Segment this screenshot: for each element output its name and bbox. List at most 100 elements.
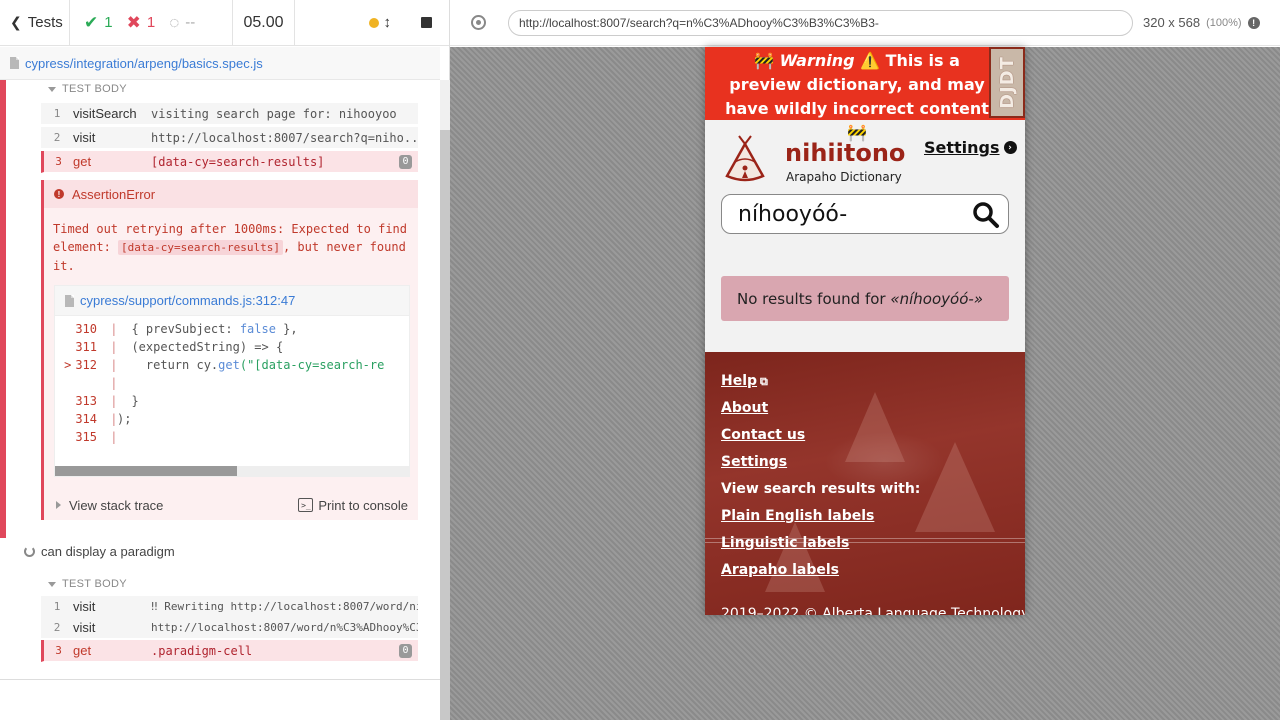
- settings-label: Settings: [924, 138, 1000, 157]
- failed-test-indicator: [0, 80, 6, 538]
- divider: [0, 679, 440, 680]
- test-body-toggle[interactable]: TEST BODY: [48, 83, 127, 95]
- code-line: 314 |);: [55, 410, 409, 428]
- command-number: 2: [53, 621, 61, 634]
- search-icon[interactable]: [972, 201, 1000, 229]
- command-name: visit: [73, 620, 96, 635]
- failed-stat[interactable]: ✖ 1: [127, 13, 156, 33]
- stop-icon[interactable]: [421, 17, 432, 28]
- file-icon: [10, 57, 19, 69]
- command-number: 3: [55, 644, 62, 657]
- footer-plain-english-link[interactable]: Plain English labels: [721, 508, 874, 524]
- preview-warning-banner: 🚧 Warning ⚠️ This is a preview dictionar…: [705, 47, 1025, 142]
- copyright: 2019–2022 © Alberta Language Technology: [721, 606, 1025, 615]
- code-text: );: [117, 412, 132, 426]
- code-gutter-bar: |: [103, 340, 118, 354]
- code-line-number: 314: [75, 412, 97, 426]
- code-scrollbar-thumb[interactable]: [55, 466, 237, 476]
- info-icon[interactable]: !: [1247, 16, 1260, 29]
- test-body-label: TEST BODY: [62, 578, 127, 590]
- failed-command-row[interactable]: 3 get .paradigm-cell 0: [41, 640, 418, 662]
- selector-playground-icon[interactable]: [471, 15, 486, 30]
- code-frame: cypress/support/commands.js:312:47 310 |…: [54, 285, 410, 477]
- footer-contact-link[interactable]: Contact us: [721, 427, 805, 443]
- error-footer: View stack trace >_ Print to console: [44, 490, 418, 520]
- command-row[interactable]: 2 visit http://localhost:8007/word/n%C3%…: [41, 617, 418, 639]
- code-keyword: get: [218, 358, 240, 372]
- footer-photo-tipi: [845, 392, 905, 462]
- test-stats: ✔ 1 ✖ 1 ◌ --: [70, 0, 233, 45]
- command-name: visitSearch: [73, 106, 137, 121]
- auto-scroll-toggle[interactable]: ↕: [368, 14, 391, 31]
- command-log[interactable]: TEST BODY 1 visitSearch visiting search …: [0, 80, 440, 680]
- code-text: return cy.: [117, 358, 219, 372]
- cypress-reporter: ❮ Tests ✔ 1 ✖ 1 ◌ -- 05.00 ↕ cypress/int…: [0, 0, 450, 720]
- error-panel: ! AssertionError Timed out retrying afte…: [41, 180, 418, 520]
- code-source: (expectedString) => {: [117, 338, 283, 356]
- tests-menu-button[interactable]: ❮ Tests: [0, 0, 70, 45]
- command-message: http://localhost:8007/word/n%C3%ADhooy%C…: [151, 621, 418, 634]
- code-line: >312 | return cy.get("[data-cy=search-re: [55, 356, 409, 374]
- django-debug-toolbar-handle[interactable]: DJDT: [989, 47, 1025, 118]
- code-gutter-bar: |: [103, 376, 118, 390]
- djdt-label: DJDT: [996, 56, 1018, 109]
- search-input[interactable]: níhooyóó-: [721, 194, 1009, 234]
- code-text: { prevSubject:: [117, 322, 240, 336]
- print-to-console-button[interactable]: >_ Print to console: [298, 498, 408, 513]
- caret-down-icon: [48, 86, 56, 92]
- code-text: },: [275, 322, 298, 336]
- url-bar[interactable]: http://localhost:8007/search?q=n%C3%ADho…: [508, 10, 1133, 36]
- runner-controls: ↕: [295, 0, 449, 45]
- code-gutter-bar: |: [103, 358, 118, 372]
- spec-header: cypress/integration/arpeng/basics.spec.j…: [0, 47, 440, 80]
- settings-link[interactable]: Settings ›: [924, 138, 1017, 157]
- code-line-number: 312: [75, 358, 97, 372]
- help-label: Help: [721, 373, 758, 389]
- command-name: get: [73, 154, 92, 169]
- failed-count: 1: [146, 14, 156, 31]
- spec-path-link[interactable]: cypress/integration/arpeng/basics.spec.j…: [25, 56, 263, 71]
- tests-label: Tests: [27, 14, 63, 31]
- footer-linguistic-link[interactable]: Linguistic labels: [721, 535, 849, 551]
- test-body-toggle[interactable]: TEST BODY: [48, 578, 127, 590]
- code-text: ("[data-cy=search-re: [239, 358, 385, 372]
- view-stack-trace-label: View stack trace: [69, 497, 164, 513]
- test-body-label: TEST BODY: [62, 83, 127, 95]
- error-title: AssertionError: [72, 186, 156, 202]
- code-source: );: [117, 410, 131, 428]
- brand-name[interactable]: nihiitono: [785, 139, 905, 167]
- reporter-scrollbar-thumb[interactable]: [440, 130, 450, 720]
- error-icon: !: [54, 189, 64, 199]
- footer-settings-link[interactable]: Settings: [721, 454, 787, 470]
- command-row[interactable]: 1 visitSearch visiting search page for: …: [41, 103, 418, 125]
- tipi-logo-icon[interactable]: [723, 134, 767, 184]
- site-footer: Help ⧉ About Contact us Settings View sea…: [705, 352, 1025, 615]
- test-title[interactable]: can display a paradigm: [24, 544, 175, 559]
- code-source: }: [117, 392, 138, 410]
- code-line-number: 315: [75, 430, 97, 444]
- command-row[interactable]: 2 visit http://localhost:8007/search?q=n…: [41, 127, 418, 149]
- reporter-top-bar: ❮ Tests ✔ 1 ✖ 1 ◌ -- 05.00 ↕: [0, 0, 449, 46]
- view-stack-trace-button[interactable]: View stack trace: [56, 498, 163, 513]
- code-line: 313 | }: [55, 392, 409, 410]
- status-dot-icon: [368, 17, 379, 28]
- footer-help-link[interactable]: Help ⧉: [721, 373, 768, 389]
- command-message: [data-cy=search-results]: [151, 154, 325, 169]
- command-number: 1: [53, 600, 61, 613]
- chevron-right-icon: ›: [1003, 141, 1017, 154]
- failed-command-row[interactable]: 3 get [data-cy=search-results] 0: [41, 151, 418, 173]
- running-spinner-icon: [24, 546, 35, 557]
- viewport-info[interactable]: 320 x 568 (100%) !: [1143, 15, 1260, 30]
- footer-about-link[interactable]: About: [721, 400, 768, 416]
- check-icon: ✔: [84, 12, 99, 32]
- viewport-zoom: (100%): [1206, 16, 1242, 29]
- command-row[interactable]: 1 visit ‼ Rewriting http://localhost:800…: [41, 596, 418, 618]
- passed-stat[interactable]: ✔ 1: [84, 13, 113, 33]
- command-message: .paradigm-cell: [151, 643, 253, 658]
- code-file-link[interactable]: cypress/support/commands.js:312:47: [80, 293, 295, 308]
- test-title-text: can display a paradigm: [41, 544, 175, 559]
- footer-arapaho-link[interactable]: Arapaho labels: [721, 562, 839, 578]
- pending-stat[interactable]: ◌ --: [169, 13, 195, 33]
- code-line-number: 313: [75, 394, 97, 408]
- warning-prefix: 🚧: [754, 51, 780, 70]
